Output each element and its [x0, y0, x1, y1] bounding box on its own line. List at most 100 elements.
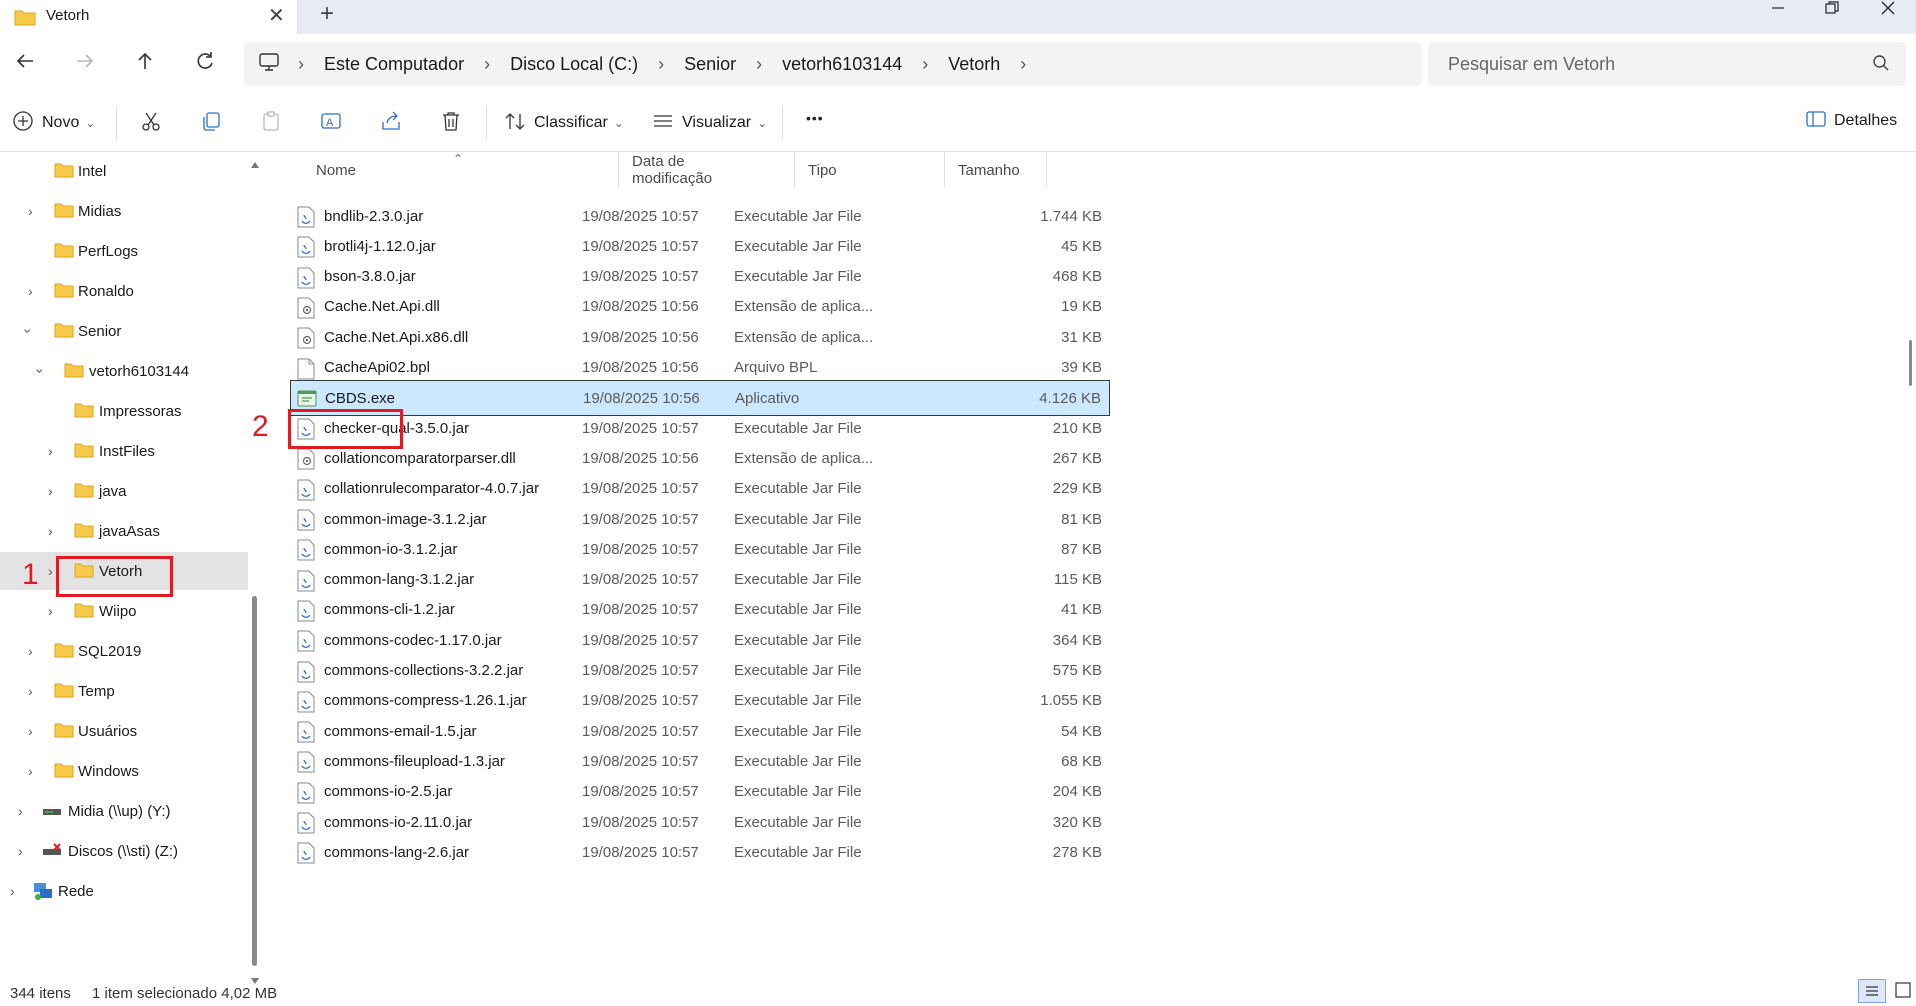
file-row[interactable]: commons-lang-2.6.jar 19/08/2025 10:57 Exec… [290, 834, 1110, 870]
column-header-date[interactable]: Data de modificação [620, 152, 768, 188]
new-button-label: Novo [42, 114, 80, 131]
tab-vetorh[interactable]: Vetorh ✕ [0, 0, 298, 34]
rename-icon[interactable]: A [320, 110, 342, 136]
chevron-right-icon[interactable]: › [48, 563, 53, 579]
chevron-right-icon[interactable]: › [28, 763, 33, 779]
tree-item-javaasas[interactable]: › javaAsas [0, 512, 248, 550]
tree-item-label: Wiipo [99, 602, 137, 620]
tree-item-usuarios[interactable]: › Usuários [0, 712, 248, 750]
delete-icon[interactable] [440, 110, 462, 136]
restore-icon[interactable] [1824, 0, 1840, 21]
breadcrumb-vetorh6103144[interactable]: vetorh6103144 [782, 54, 902, 75]
folder-icon [64, 362, 84, 382]
tree-item-rede[interactable]: › Rede [0, 872, 248, 910]
breadcrumb-este-computador[interactable]: Este Computador [324, 54, 464, 75]
breadcrumb-chevron-icon[interactable]: › [1020, 54, 1026, 75]
folder-icon [54, 722, 74, 742]
tree-item-perflogs[interactable]: PerfLogs [0, 232, 248, 270]
minimize-icon[interactable] [1770, 0, 1786, 21]
tree-item-windows[interactable]: › Windows [0, 752, 248, 790]
tree-item-label: vetorh6103144 [89, 362, 190, 380]
scroll-up-arrow-icon[interactable] [250, 156, 260, 173]
tree-item-intel[interactable]: Intel [0, 152, 248, 190]
chevron-down-icon[interactable]: › [32, 369, 48, 374]
tree-item-senior[interactable]: › Senior [0, 312, 248, 350]
tree-item-impressoras[interactable]: Impressoras [0, 392, 248, 430]
chevron-right-icon[interactable]: › [48, 523, 53, 539]
chevron-right-icon[interactable]: › [48, 483, 53, 499]
tree-item-vetorh6103144[interactable]: › vetorh6103144 [0, 352, 248, 390]
breadcrumb-chevron-icon: › [484, 53, 491, 74]
file-date-modified: 19/08/2025 10:57 [582, 843, 699, 861]
search-box [1428, 42, 1906, 86]
copy-icon[interactable] [200, 110, 222, 136]
address-bar[interactable]: › Este Computador › Disco Local (C:) › S… [244, 42, 1422, 86]
tree-item-label: Ronaldo [78, 282, 134, 300]
column-header-size[interactable]: Tamanho [946, 152, 1046, 188]
folder-icon [54, 242, 74, 262]
column-header-name[interactable]: Nome [304, 152, 550, 188]
new-tab-button[interactable]: + [320, 0, 334, 28]
folder-icon [74, 442, 94, 462]
title-bar: Vetorh ✕ + [0, 0, 1916, 34]
breadcrumb-vetorh[interactable]: Vetorh [948, 54, 1000, 75]
tree-item-label: Rede [58, 882, 94, 900]
command-bar: Novo ⌄ A Classificar ⌄ Visualizar ⌄ ••• [0, 94, 1916, 152]
navigation-pane-scrollbar[interactable] [248, 152, 262, 987]
chevron-right-icon[interactable]: › [28, 723, 33, 739]
tree-item-java[interactable]: › java [0, 472, 248, 510]
tree-item-sql2019[interactable]: › SQL2019 [0, 632, 248, 670]
tree-item-midia-drive[interactable]: › Midia (\\up) (Y:) [0, 792, 248, 830]
chevron-right-icon[interactable]: › [10, 883, 15, 899]
toolbar-divider [486, 106, 487, 140]
column-header-type[interactable]: Tipo [796, 152, 946, 188]
tree-item-label: Usuários [78, 722, 138, 740]
search-icon[interactable] [1872, 54, 1890, 76]
cut-icon[interactable] [140, 110, 162, 136]
refresh-icon[interactable] [194, 50, 216, 78]
column-divider[interactable] [944, 152, 945, 188]
sort-button[interactable]: Classificar ⌄ [504, 110, 624, 136]
chevron-down-icon[interactable]: › [20, 329, 36, 334]
callout-box-cbds-exe [288, 409, 403, 449]
search-input[interactable] [1446, 52, 1846, 76]
tree-item-discos-drive[interactable]: › Discos (\\sti) (Z:) [0, 832, 248, 870]
large-icons-view-icon[interactable] [1894, 981, 1912, 1003]
file-list-scrollbar-thumb[interactable] [1909, 340, 1912, 386]
chevron-right-icon[interactable]: › [18, 843, 23, 859]
chevron-right-icon[interactable]: › [48, 443, 53, 459]
chevron-right-icon[interactable]: › [48, 603, 53, 619]
tree-item-label: SQL2019 [78, 642, 142, 660]
tree-item-temp[interactable]: › Temp [0, 672, 248, 710]
chevron-right-icon[interactable]: › [18, 803, 23, 819]
tree-item-wiipo[interactable]: › Wiipo [0, 592, 248, 630]
close-tab-icon[interactable]: ✕ [268, 3, 285, 28]
share-icon[interactable] [380, 110, 402, 136]
chevron-right-icon[interactable]: › [28, 683, 33, 699]
view-button[interactable]: Visualizar ⌄ [652, 110, 767, 136]
chevron-right-icon[interactable]: › [28, 643, 33, 659]
breadcrumb-senior[interactable]: Senior [684, 54, 736, 75]
details-view-icon[interactable] [1858, 979, 1886, 1003]
column-divider[interactable] [794, 152, 795, 188]
close-window-icon[interactable] [1880, 0, 1896, 21]
column-divider[interactable] [1046, 152, 1047, 188]
chevron-right-icon[interactable]: › [28, 203, 33, 219]
up-arrow-icon[interactable] [134, 50, 156, 78]
column-divider[interactable] [618, 152, 619, 188]
paste-icon[interactable] [260, 110, 282, 136]
forward-arrow-icon[interactable] [74, 50, 96, 78]
tree-item-ronaldo[interactable]: › Ronaldo [0, 272, 248, 310]
breadcrumb-disco-local[interactable]: Disco Local (C:) [510, 54, 638, 75]
chevron-right-icon[interactable]: › [28, 283, 33, 299]
tree-item-midias[interactable]: › Midias [0, 192, 248, 230]
details-button[interactable]: Detalhes [1806, 110, 1897, 132]
plus-circle-icon [12, 110, 34, 136]
scrollbar-thumb[interactable] [252, 596, 257, 966]
new-button[interactable]: Novo ⌄ [12, 110, 95, 136]
tree-item-instfiles[interactable]: › InstFiles [0, 432, 248, 470]
back-arrow-icon[interactable] [14, 50, 36, 78]
svg-text:A: A [326, 117, 334, 129]
more-options-button[interactable]: ••• [806, 110, 824, 126]
tab-title: Vetorh [46, 7, 90, 24]
